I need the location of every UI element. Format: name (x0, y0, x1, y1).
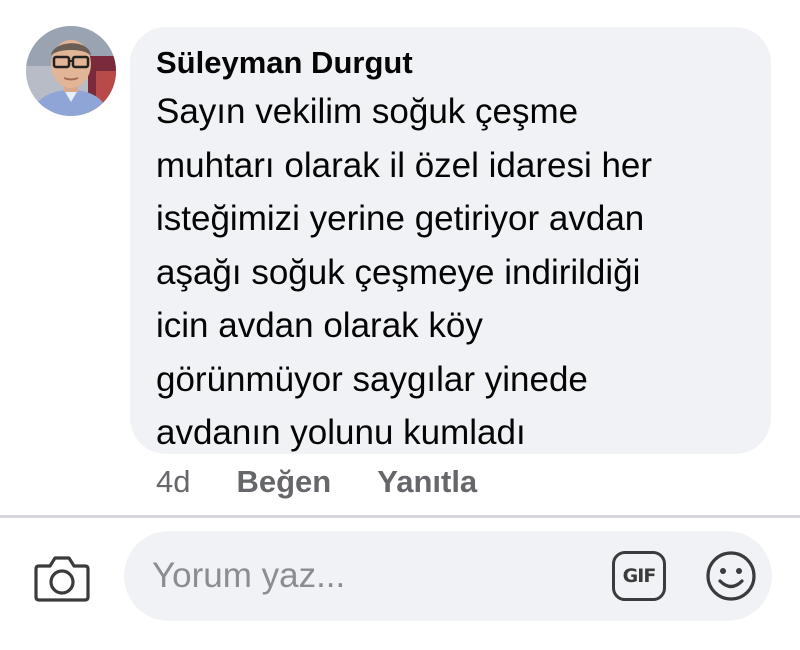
comment-author[interactable]: Süleyman Durgut (156, 43, 751, 83)
gif-icon: GIF (612, 551, 666, 601)
emoji-button[interactable] (704, 549, 758, 603)
comment-text: Sayın vekilim soğuk çeşme muhtarı olarak… (156, 92, 653, 452)
comment-input[interactable]: Yorum yaz... GIF (124, 531, 772, 621)
gif-button[interactable]: GIF (612, 551, 666, 601)
comment-input-placeholder: Yorum yaz... (152, 556, 346, 595)
profile-photo (26, 26, 116, 116)
comment-actions: 4d Beğen Yanıtla (156, 462, 477, 502)
comment-bubble[interactable]: Süleyman Durgut Sayın vekilim soğuk çeşm… (130, 27, 771, 454)
camera-button[interactable] (33, 552, 91, 604)
reply-button[interactable]: Yanıtla (377, 464, 477, 500)
comment-timestamp[interactable]: 4d (156, 464, 190, 500)
comment-thread: Süleyman Durgut Sayın vekilim soğuk çeşm… (0, 0, 800, 650)
like-button[interactable]: Beğen (236, 464, 331, 500)
avatar[interactable] (26, 26, 116, 116)
camera-icon (34, 556, 90, 602)
smiley-icon (706, 551, 756, 601)
